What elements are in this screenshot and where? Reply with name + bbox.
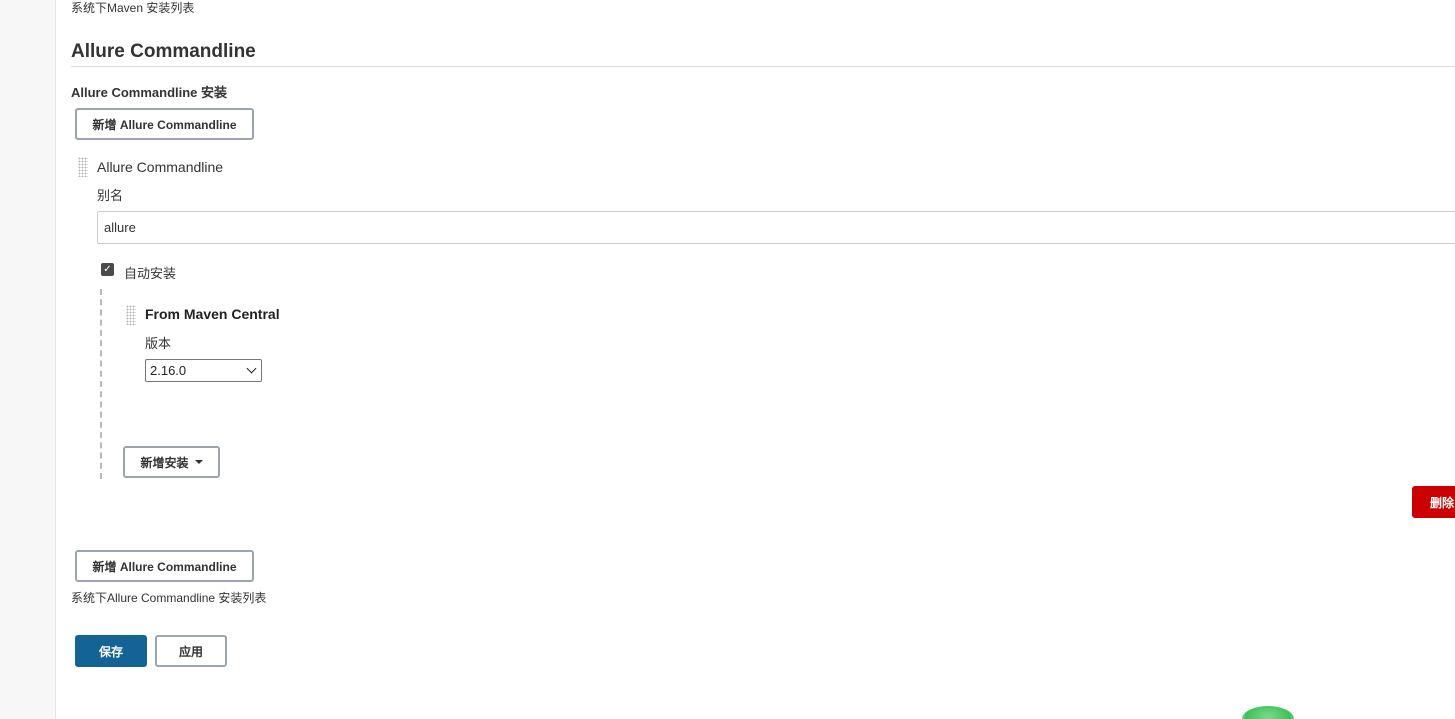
apply-button[interactable]: 应用	[155, 635, 227, 667]
add-installer-label: 新增安装	[140, 455, 189, 470]
section-subtitle: Allure Commandline 安装	[71, 85, 228, 100]
chevron-down-icon	[246, 363, 257, 374]
add-allure-button-bottom[interactable]: 新增 Allure Commandline	[75, 550, 254, 582]
delete-button[interactable]: 删除	[1412, 486, 1455, 518]
check-icon: ✓	[103, 263, 112, 275]
version-label: 版本	[145, 336, 172, 351]
floating-widget-icon[interactable]	[1242, 706, 1294, 719]
caret-down-icon	[194, 460, 203, 464]
installer-group-border	[100, 289, 102, 479]
maven-list-note: 系统下Maven 安装列表	[71, 1, 195, 15]
installer-drag-handle-icon[interactable]	[126, 305, 136, 325]
installer-title: From Maven Central	[145, 306, 280, 322]
allure-list-note: 系统下Allure Commandline 安装列表	[71, 591, 267, 605]
version-select[interactable]: 2.16.0	[145, 359, 262, 382]
config-page: 系统下Maven 安装列表 Allure Commandline Allure …	[0, 0, 1455, 719]
drag-handle-icon[interactable]	[78, 157, 88, 177]
alias-label: 别名	[97, 188, 124, 203]
add-allure-button-top[interactable]: 新增 Allure Commandline	[75, 108, 254, 140]
section-divider	[71, 66, 1455, 67]
left-rail	[0, 0, 56, 719]
version-select-value: 2.16.0	[150, 363, 187, 378]
alias-input[interactable]	[97, 211, 1455, 244]
auto-install-checkbox[interactable]: ✓	[101, 263, 114, 276]
section-title: Allure Commandline	[71, 41, 256, 62]
save-button[interactable]: 保存	[75, 635, 147, 667]
add-installer-button[interactable]: 新增安装	[123, 446, 220, 478]
installation-name: Allure Commandline	[97, 159, 224, 175]
auto-install-label: 自动安装	[124, 266, 177, 281]
